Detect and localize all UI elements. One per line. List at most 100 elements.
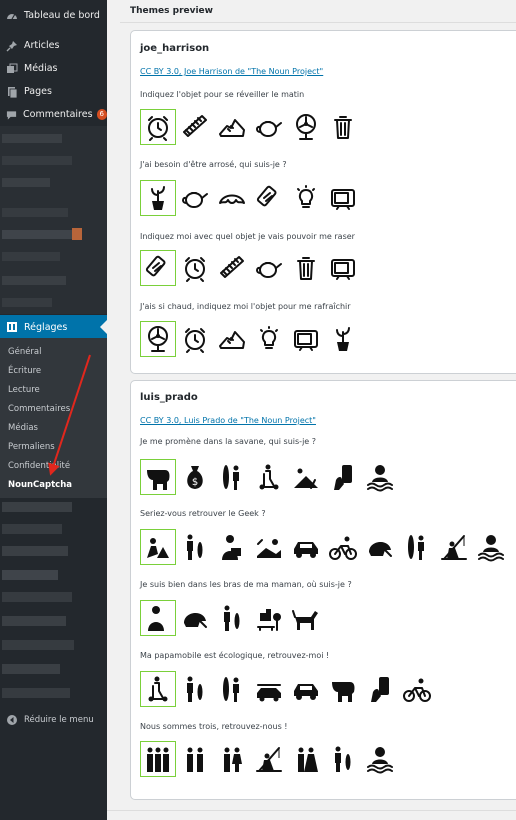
submenu-item-privacy[interactable]: Confidentialité — [8, 461, 70, 471]
camper-option[interactable] — [288, 459, 324, 495]
car-option[interactable] — [288, 529, 324, 565]
television-option[interactable] — [288, 321, 324, 357]
swimmer-option[interactable] — [362, 741, 398, 777]
submenu-item-reading[interactable]: Lecture — [8, 385, 40, 395]
car-icon — [294, 684, 318, 700]
fan-option[interactable] — [140, 321, 176, 357]
submenu-item-permalinks[interactable]: Permaliens — [8, 442, 55, 452]
captcha-question: Ma papamobile est écologique, retrouvez-… — [140, 651, 330, 660]
trash-can-option[interactable] — [325, 109, 361, 145]
potted-plant-icon — [336, 327, 350, 351]
comb-icon — [220, 256, 244, 278]
lightbulb-icon — [260, 326, 278, 349]
phone-hand-option[interactable] — [362, 671, 398, 707]
lightbulb-option[interactable] — [288, 180, 324, 216]
couple-option[interactable] — [214, 741, 250, 777]
sneaker-option[interactable] — [214, 321, 250, 357]
man-fish-option[interactable] — [177, 529, 213, 565]
dashboard-icon — [7, 13, 17, 19]
car-option[interactable] — [288, 671, 324, 707]
surfer-option[interactable] — [399, 529, 435, 565]
three-people-icon — [147, 747, 169, 772]
man-fish-icon — [187, 534, 203, 560]
submenu-item-general[interactable]: Général — [8, 347, 42, 357]
submenu-item-nouncaptcha[interactable]: NounCaptcha — [8, 480, 72, 490]
scooter-option[interactable] — [140, 671, 176, 707]
surfer-option[interactable] — [214, 671, 250, 707]
alarm-clock-option[interactable] — [177, 321, 213, 357]
two-people-option[interactable] — [177, 741, 213, 777]
menu-item-settings[interactable]: Réglages — [0, 315, 107, 339]
razor-option[interactable] — [251, 180, 287, 216]
admin-sidebar: Tableau de bord Articles Médias Pages Co… — [0, 0, 107, 820]
mother-child-option[interactable] — [140, 600, 176, 636]
alarm-clock-option[interactable] — [177, 250, 213, 286]
menu-item-pages[interactable]: Pages — [0, 80, 107, 103]
dog-walk-option[interactable] — [288, 600, 324, 636]
city-park-option[interactable] — [251, 600, 287, 636]
phone-hand-option[interactable] — [325, 459, 361, 495]
relax-icon — [257, 539, 281, 558]
comment-count-badge: 6 — [96, 109, 107, 120]
elephant-option[interactable] — [140, 459, 176, 495]
man-fish-icon — [335, 746, 351, 772]
alarm-clock-option[interactable] — [140, 109, 176, 145]
divider — [120, 22, 516, 23]
scooter-option[interactable] — [251, 459, 287, 495]
potted-plant-option[interactable] — [140, 180, 176, 216]
wedding-option[interactable] — [288, 741, 324, 777]
credit-link[interactable]: CC BY 3.0, Luis Prado de "The Noun Proje… — [140, 416, 316, 425]
surfer-option[interactable] — [214, 459, 250, 495]
man-fish-option[interactable] — [325, 741, 361, 777]
submenu-item-media[interactable]: Médias — [8, 423, 38, 433]
kayak-car-option[interactable] — [251, 671, 287, 707]
money-bag-option[interactable]: $ — [177, 459, 213, 495]
menu-item-articles[interactable]: Articles — [0, 34, 107, 57]
sneaker-option[interactable] — [214, 109, 250, 145]
potted-plant-icon — [151, 186, 165, 210]
collapse-menu-button[interactable]: Réduire le menu — [0, 708, 107, 731]
comb-option[interactable] — [214, 250, 250, 286]
fisherman-option[interactable] — [251, 741, 287, 777]
teapot-option[interactable] — [177, 180, 213, 216]
menu-item-comments[interactable]: Commentaires 6 — [0, 103, 107, 126]
menu-item-label: Pages — [24, 86, 52, 97]
geek-laptop-option[interactable] — [140, 529, 176, 565]
captcha-question: Je me promène dans la savane, qui suis-j… — [140, 437, 316, 446]
settings-submenu: Général Écriture Lecture Commentaires Mé… — [0, 338, 107, 498]
trash-can-option[interactable] — [288, 250, 324, 286]
razor-option[interactable] — [140, 250, 176, 286]
swimmer-option[interactable] — [473, 529, 509, 565]
cyclist-option[interactable] — [325, 529, 361, 565]
helmet-option[interactable] — [177, 600, 213, 636]
fan-option[interactable] — [288, 109, 324, 145]
scooter-icon — [148, 676, 168, 702]
potted-plant-option[interactable] — [325, 321, 361, 357]
menu-item-media[interactable]: Médias — [0, 57, 107, 80]
relax-option[interactable] — [251, 529, 287, 565]
three-people-option[interactable] — [140, 741, 176, 777]
comb-option[interactable] — [177, 109, 213, 145]
theme-card-joe-harrison: joe_harrison CC BY 3.0, Joe Harrison de … — [130, 30, 516, 374]
croissant-option[interactable] — [214, 180, 250, 216]
teapot-option[interactable] — [251, 250, 287, 286]
captcha-question: Nous sommes trois, retrouvez-nous ! — [140, 722, 288, 731]
submenu-item-comments[interactable]: Commentaires — [8, 404, 70, 414]
elephant-option[interactable] — [325, 671, 361, 707]
man-fish-option[interactable] — [214, 600, 250, 636]
man-fish-option[interactable] — [177, 671, 213, 707]
credit-link[interactable]: CC BY 3.0, Joe Harrison de "The Noun Pro… — [140, 67, 323, 76]
lightbulb-option[interactable] — [251, 321, 287, 357]
reader-option[interactable] — [214, 529, 250, 565]
theme-name: luis_prado — [140, 392, 198, 403]
teapot-option[interactable] — [251, 109, 287, 145]
television-option[interactable] — [325, 180, 361, 216]
fisherman-option[interactable] — [436, 529, 472, 565]
phone-hand-icon — [334, 465, 352, 490]
menu-item-dashboard[interactable]: Tableau de bord — [0, 4, 107, 27]
swimmer-option[interactable] — [362, 459, 398, 495]
submenu-item-writing[interactable]: Écriture — [8, 366, 41, 376]
helmet-option[interactable] — [362, 529, 398, 565]
television-option[interactable] — [325, 250, 361, 286]
cyclist-option[interactable] — [399, 671, 435, 707]
